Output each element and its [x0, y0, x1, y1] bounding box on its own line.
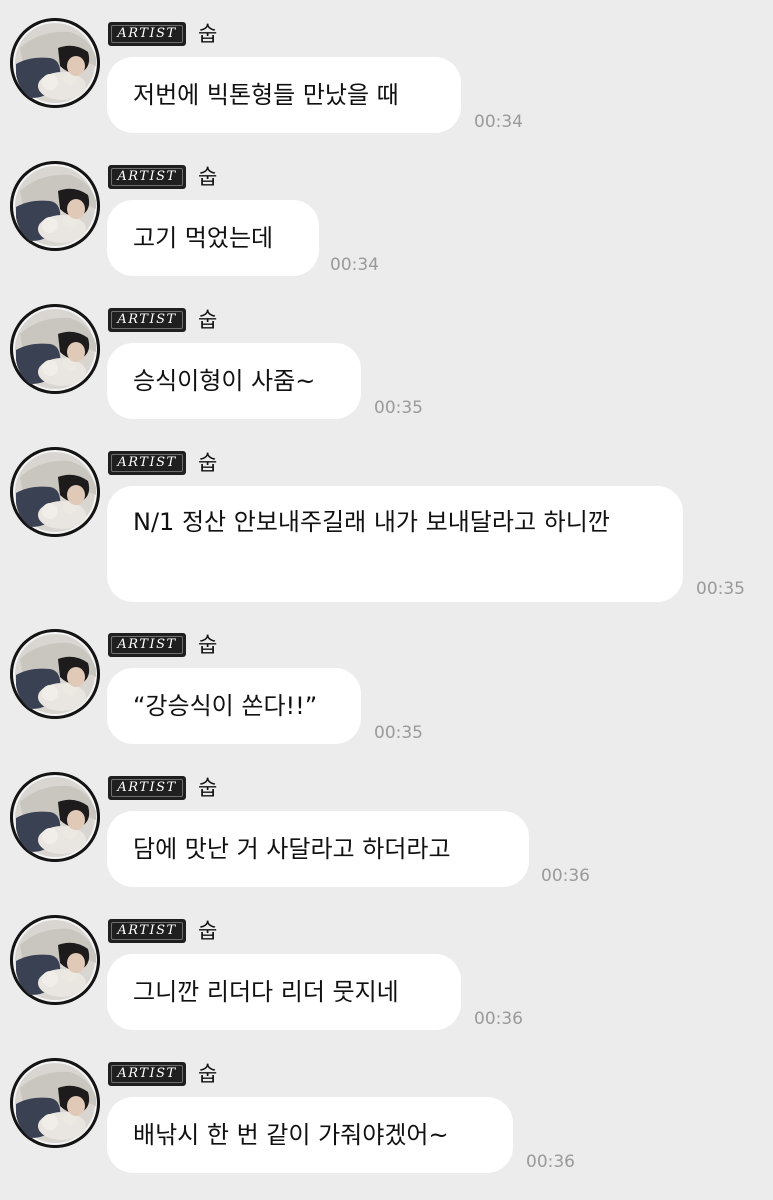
message-time: 00:35 — [696, 579, 745, 599]
profile-avatar[interactable] — [10, 161, 100, 251]
artist-badge: ARTIST — [108, 165, 186, 189]
avatar-image — [10, 1058, 100, 1148]
artist-badge: ARTIST — [108, 22, 186, 46]
profile-avatar[interactable] — [10, 772, 100, 862]
profile-avatar[interactable] — [10, 304, 100, 394]
chat-message: ARTIST 숩 저번에 빅톤형들 만났을 때 00:34 — [0, 0, 773, 142]
chat-message: ARTIST 숩 승식이형이 사줌~ 00:35 — [0, 286, 773, 428]
chat-message: ARTIST 숩 “강승식이 쏜다!!” 00:35 — [0, 611, 773, 753]
avatar-image — [10, 447, 100, 537]
chat-message: ARTIST 숩 그니깐 리더다 리더 뭇지네 00:36 — [0, 897, 773, 1039]
sender-name: 숩 — [198, 633, 218, 657]
message-bubble[interactable]: 승식이형이 사줌~ — [107, 343, 361, 419]
message-bubble[interactable]: 그니깐 리더다 리더 뭇지네 — [107, 954, 461, 1030]
profile-avatar[interactable] — [10, 447, 100, 537]
artist-badge: ARTIST — [108, 633, 186, 657]
message-bubble[interactable]: 담에 맛난 거 사달라고 하더라고 — [107, 811, 529, 887]
message-time: 00:35 — [374, 723, 423, 743]
message-bubble[interactable]: “강승식이 쏜다!!” — [107, 668, 361, 744]
profile-avatar[interactable] — [10, 629, 100, 719]
sender-name: 숩 — [198, 165, 218, 189]
sender-name: 숩 — [198, 451, 218, 475]
artist-badge: ARTIST — [108, 776, 186, 800]
message-time: 00:36 — [526, 1152, 575, 1172]
message-time: 00:36 — [474, 1009, 523, 1029]
message-time: 00:34 — [474, 112, 523, 132]
artist-badge: ARTIST — [108, 308, 186, 332]
avatar-image — [10, 304, 100, 394]
profile-avatar[interactable] — [10, 18, 100, 108]
message-time: 00:35 — [374, 398, 423, 418]
message-time: 00:36 — [541, 866, 590, 886]
profile-avatar[interactable] — [10, 915, 100, 1005]
chat-message: ARTIST 숩 N/1 정산 안보내주길래 내가 보내달라고 하니깐 00:3… — [0, 429, 773, 613]
artist-badge: ARTIST — [108, 1062, 186, 1086]
sender-name: 숩 — [198, 22, 218, 46]
message-bubble[interactable]: 고기 먹었는데 — [107, 200, 319, 276]
avatar-image — [10, 629, 100, 719]
artist-badge: ARTIST — [108, 451, 186, 475]
chat-message: ARTIST 숩 배낚시 한 번 같이 가줘야겠어~ 00:36 — [0, 1040, 773, 1182]
message-bubble[interactable]: 저번에 빅톤형들 만났을 때 — [107, 57, 461, 133]
message-bubble[interactable]: N/1 정산 안보내주길래 내가 보내달라고 하니깐 — [107, 486, 683, 602]
message-bubble[interactable]: 배낚시 한 번 같이 가줘야겠어~ — [107, 1097, 513, 1173]
chat-message: ARTIST 숩 담에 맛난 거 사달라고 하더라고 00:36 — [0, 754, 773, 896]
avatar-image — [10, 18, 100, 108]
sender-name: 숩 — [198, 308, 218, 332]
profile-avatar[interactable] — [10, 1058, 100, 1148]
sender-name: 숩 — [198, 1062, 218, 1086]
sender-name: 숩 — [198, 919, 218, 943]
chat-message: ARTIST 숩 고기 먹었는데 00:34 — [0, 143, 773, 285]
artist-badge: ARTIST — [108, 919, 186, 943]
avatar-image — [10, 772, 100, 862]
avatar-image — [10, 915, 100, 1005]
avatar-image — [10, 161, 100, 251]
message-time: 00:34 — [330, 255, 379, 275]
sender-name: 숩 — [198, 776, 218, 800]
